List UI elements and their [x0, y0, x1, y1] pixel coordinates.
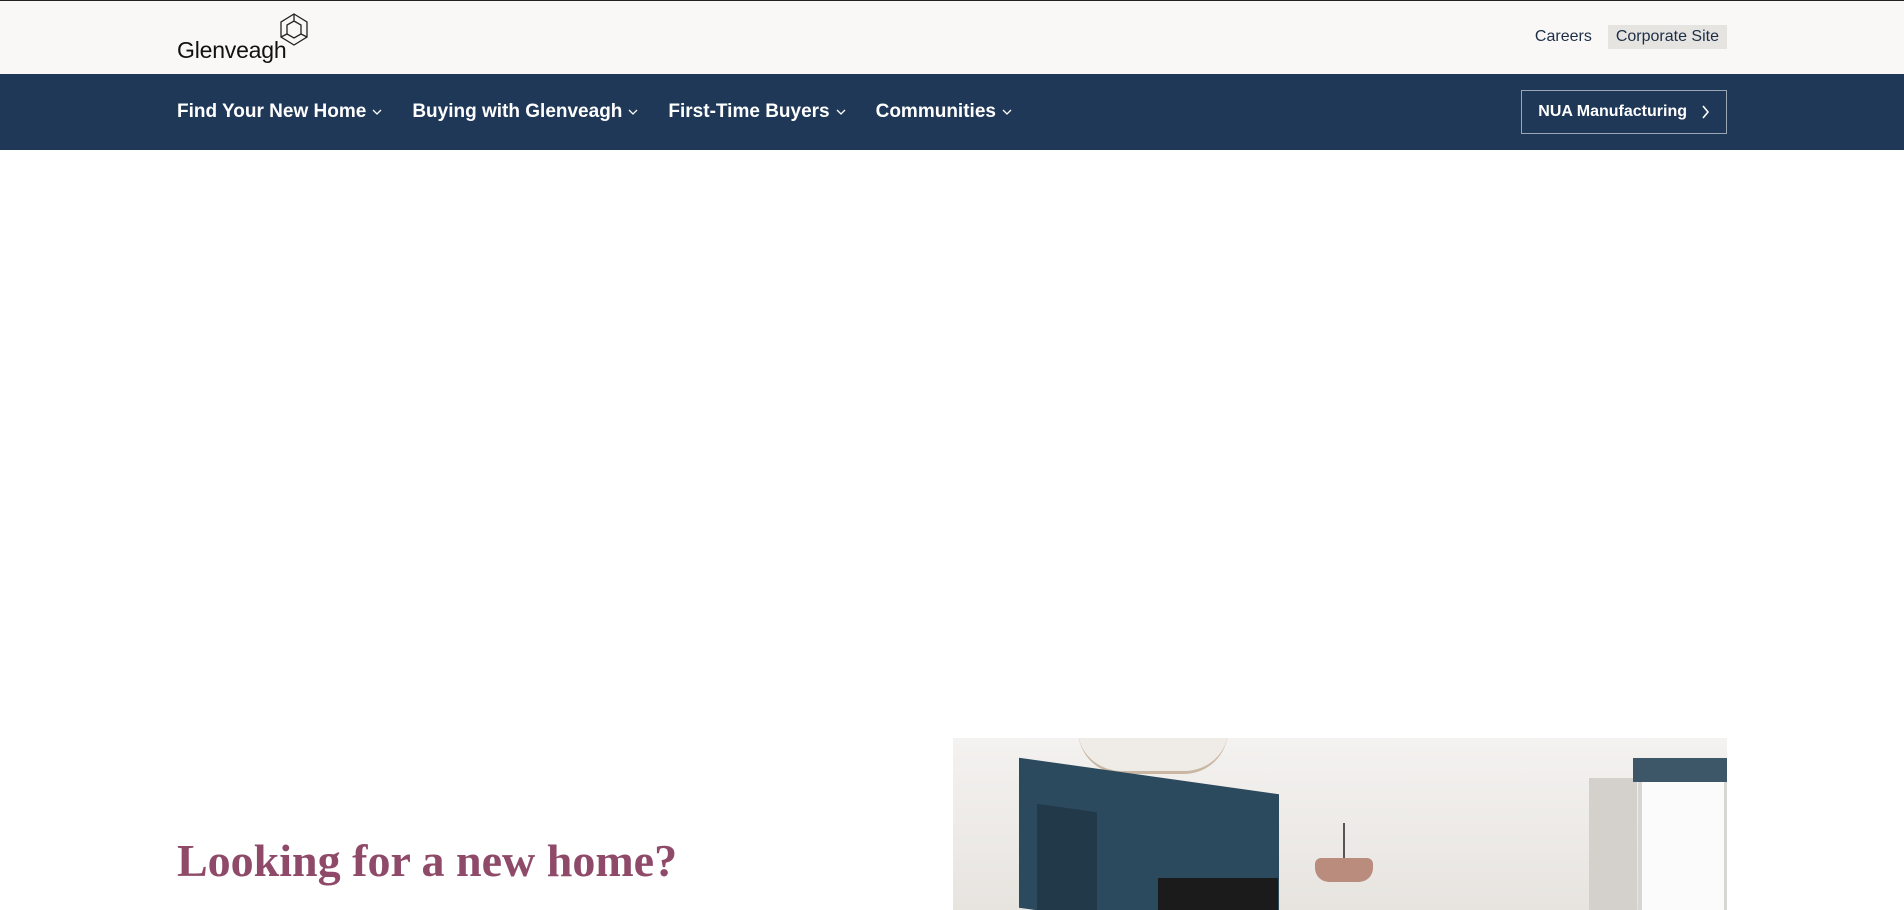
nav-item-communities[interactable]: Communities: [876, 101, 1012, 123]
feature-lamp-cord: [1343, 823, 1345, 859]
hero-sofa: [0, 424, 1904, 714]
hero-tagline-line2: you live: [1347, 342, 1758, 504]
hero-person-head: [690, 404, 840, 574]
chevron-down-icon: [836, 109, 846, 115]
hero-lamp: [40, 364, 220, 504]
logo[interactable]: Glenveagh: [177, 13, 317, 63]
nav-item-label: Communities: [875, 101, 996, 122]
nav-items: Find Your New Home Buying with Glenveagh…: [177, 74, 1012, 150]
logo-text: Glenveagh: [177, 37, 287, 63]
hero-person-head: [790, 214, 950, 424]
hero-image: Love where you live: [0, 74, 1904, 714]
hero-person-hair: [660, 374, 850, 604]
feature-wall: [1589, 778, 1637, 910]
feature-image: [953, 738, 1727, 910]
hero-person-head: [520, 254, 690, 464]
main-nav: Find Your New Home Buying with Glenveagh…: [0, 74, 1904, 150]
chevron-down-icon: [628, 109, 638, 115]
chevron-down-icon: [372, 109, 382, 115]
section-title: Looking for a new home?: [177, 835, 678, 886]
hero-person-body: [300, 404, 640, 714]
hero-person-head: [1010, 374, 1150, 534]
careers-link[interactable]: Careers: [1527, 25, 1600, 49]
hero-person-body: [630, 554, 880, 714]
hero-shade: [0, 74, 1904, 714]
corporate-site-link[interactable]: Corporate Site: [1607, 25, 1727, 49]
nav-item-label: Find Your New Home: [177, 101, 367, 122]
feature-window: [1638, 768, 1727, 910]
nav-item-first-time-buyers[interactable]: First-Time Buyers: [668, 101, 846, 123]
top-bar: Glenveagh Careers Corporate Site: [0, 0, 1904, 74]
nav-item-find-your-new-home[interactable]: Find Your New Home: [177, 101, 382, 123]
logo-mark-icon: [280, 13, 308, 46]
hero-person-hair: [470, 224, 660, 454]
nav-item-label: Buying with Glenveagh: [412, 101, 623, 122]
hero-person-hair: [780, 194, 950, 284]
nav-item-buying-with-glenveagh[interactable]: Buying with Glenveagh: [412, 101, 638, 123]
hero-tagline: Love where you live: [1290, 214, 1770, 504]
feature-tv: [1158, 878, 1278, 910]
feature-shelf-inner: [1037, 803, 1097, 910]
hero-tagline-line1: Love where: [1290, 214, 1770, 426]
hero-person-body: [960, 514, 1220, 714]
chevron-down-icon: [1002, 109, 1012, 115]
chevron-right-icon: [1702, 105, 1710, 119]
feature-lamp-shade: [1315, 858, 1373, 882]
top-links: Careers Corporate Site: [1527, 25, 1727, 49]
nav-item-label: First-Time Buyers: [668, 101, 830, 122]
feature-window-blind: [1633, 758, 1727, 782]
hero-person-body: [690, 374, 1040, 714]
nua-manufacturing-label: NUA Manufacturing: [1538, 103, 1687, 120]
hero-laptop: [931, 564, 1244, 714]
nua-manufacturing-button[interactable]: NUA Manufacturing: [1521, 90, 1727, 134]
hero-person-hair: [990, 314, 1160, 514]
